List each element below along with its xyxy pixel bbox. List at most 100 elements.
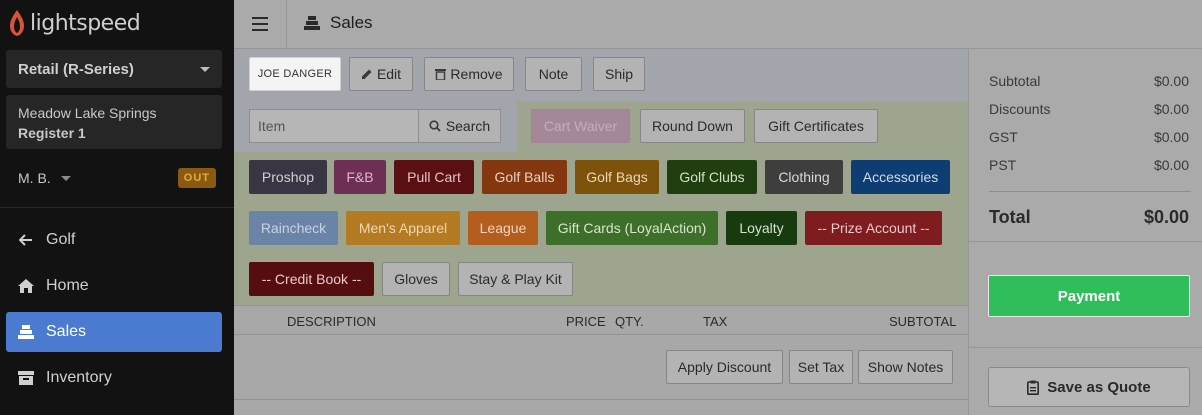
trash-icon xyxy=(435,69,447,80)
summary-label: GST xyxy=(989,129,1018,145)
golf-balls-button[interactable]: Golf Balls xyxy=(482,160,567,194)
location-name: Meadow Lake Springs xyxy=(18,105,157,121)
clipboard-icon xyxy=(1027,380,1040,395)
arrow-left-icon xyxy=(18,232,34,248)
league-button[interactable]: League xyxy=(468,211,538,245)
summary-value: $0.00 xyxy=(1153,101,1189,117)
register-icon xyxy=(18,324,34,340)
sidebar-item-label: Golf xyxy=(46,231,76,248)
prize-account-button[interactable]: -- Prize Account -- xyxy=(805,211,942,245)
register-icon xyxy=(304,16,320,30)
logo-text: lightspeed xyxy=(30,10,141,36)
summary-value: $0.00 xyxy=(1153,73,1189,89)
hamburger-menu-icon[interactable] xyxy=(252,17,268,31)
summary-value: $0.00 xyxy=(1153,157,1189,173)
page-title-text: Sales xyxy=(330,13,373,32)
line-items-header: DESCRIPTION PRICE QTY. TAX SUBTOTAL xyxy=(234,305,968,335)
sidebar-divider xyxy=(0,207,234,208)
flame-icon xyxy=(10,10,24,36)
location-box[interactable]: Meadow Lake Springs Register 1 xyxy=(6,95,222,149)
topbar-divider xyxy=(286,0,287,49)
gloves-button[interactable]: Gloves xyxy=(382,262,450,296)
raincheck-button[interactable]: Raincheck xyxy=(249,211,338,245)
col-tax: TAX xyxy=(703,314,728,329)
gift-certificates-button[interactable]: Gift Certificates xyxy=(754,109,878,143)
customer-name: JOE DANGER xyxy=(257,68,333,80)
sidebar-item-label: Home xyxy=(46,277,89,294)
sidebar: lightspeed Retail (R-Series) Meadow Lake… xyxy=(0,0,234,415)
round-down-button[interactable]: Round Down xyxy=(640,109,745,143)
lightspeed-logo[interactable]: lightspeed xyxy=(8,8,141,38)
user-menu[interactable]: M. B. xyxy=(18,170,71,186)
note-label: Note xyxy=(538,66,569,82)
total-value: $0.00 xyxy=(1143,207,1189,227)
golf-clubs-button[interactable]: Golf Clubs xyxy=(667,160,757,194)
sidebar-item-inventory[interactable]: Inventory xyxy=(6,358,222,398)
pull-cart-button[interactable]: Pull Cart xyxy=(394,160,474,194)
cart-waiver-button[interactable]: Cart Waiver xyxy=(531,109,630,143)
note-button[interactable]: Note xyxy=(525,57,582,91)
account-select[interactable]: Retail (R-Series) xyxy=(6,50,222,88)
show-notes-button[interactable]: Show Notes xyxy=(858,350,953,384)
ship-label: Ship xyxy=(604,66,634,82)
col-subtotal: SUBTOTAL xyxy=(889,314,957,329)
clothing-button[interactable]: Clothing xyxy=(765,160,843,194)
pst-row: PST $0.00 xyxy=(989,157,1189,173)
sale-action-bar: JOE DANGER Edit Remove Note Ship xyxy=(234,49,968,101)
status-badge[interactable]: OUT xyxy=(177,168,216,188)
col-price: PRICE xyxy=(566,314,606,329)
save-as-quote-button[interactable]: Save as Quote xyxy=(988,367,1190,407)
sidebar-item-sales[interactable]: Sales xyxy=(6,312,222,352)
mens-apparel-button[interactable]: Men's Apparel xyxy=(346,211,460,245)
gst-row: GST $0.00 xyxy=(989,129,1189,145)
box-icon xyxy=(18,370,34,386)
stay-play-kit-button[interactable]: Stay & Play Kit xyxy=(458,262,573,296)
ship-button[interactable]: Ship xyxy=(593,57,645,91)
apply-discount-button[interactable]: Apply Discount xyxy=(666,350,783,384)
sidebar-item-label: Sales xyxy=(46,323,87,340)
edit-label: Edit xyxy=(376,66,402,82)
sidebar-item-label: Inventory xyxy=(46,369,112,386)
col-description: DESCRIPTION xyxy=(287,314,376,329)
gift-cards-button[interactable]: Gift Cards (LoyalAction) xyxy=(546,211,718,245)
summary-label: Subtotal xyxy=(989,73,1041,89)
search-icon xyxy=(429,120,441,132)
page-title: Sales xyxy=(304,13,373,33)
payment-button[interactable]: Payment xyxy=(988,275,1190,317)
divider xyxy=(969,241,1202,242)
discounts-row: Discounts $0.00 xyxy=(989,101,1189,117)
totals-panel: Subtotal $0.00 Discounts $0.00 GST $0.00… xyxy=(968,49,1202,415)
proshop-button[interactable]: Proshop xyxy=(249,160,327,194)
sale-panel: JOE DANGER Edit Remove Note Ship Item Se… xyxy=(234,49,968,415)
accessories-button[interactable]: Accessories xyxy=(851,160,950,194)
subtotal-row: Subtotal $0.00 xyxy=(989,73,1189,89)
home-icon xyxy=(18,278,34,294)
divider xyxy=(234,399,968,400)
golf-bags-button[interactable]: Golf Bags xyxy=(575,160,659,194)
total-label: Total xyxy=(989,207,1031,227)
customer-button[interactable]: JOE DANGER xyxy=(249,57,341,91)
summary-label: Discounts xyxy=(989,101,1051,117)
item-search-input[interactable]: Item xyxy=(249,109,419,143)
total-row: Total $0.00 xyxy=(989,207,1189,228)
chevron-down-icon xyxy=(200,66,210,72)
sidebar-item-golf[interactable]: Golf xyxy=(6,220,222,260)
edit-button[interactable]: Edit xyxy=(349,57,413,91)
sidebar-item-home[interactable]: Home xyxy=(6,266,222,306)
loyalty-button[interactable]: Loyalty xyxy=(726,211,797,245)
search-button[interactable]: Search xyxy=(418,109,501,143)
pencil-icon xyxy=(361,69,372,79)
set-tax-button[interactable]: Set Tax xyxy=(789,350,853,384)
save-as-quote-label: Save as Quote xyxy=(1047,378,1151,396)
account-select-label: Retail (R-Series) xyxy=(18,60,134,78)
col-qty: QTY. xyxy=(615,314,644,329)
item-search: Item Search xyxy=(234,101,517,152)
remove-label: Remove xyxy=(450,66,503,82)
register-name: Register 1 xyxy=(18,125,86,141)
top-bar: Sales xyxy=(234,0,1202,49)
remove-button[interactable]: Remove xyxy=(424,57,514,91)
user-name: M. B. xyxy=(18,170,51,186)
credit-book-button[interactable]: -- Credit Book -- xyxy=(249,262,374,296)
fb-button[interactable]: F&B xyxy=(334,160,386,194)
chevron-down-icon xyxy=(60,175,71,181)
